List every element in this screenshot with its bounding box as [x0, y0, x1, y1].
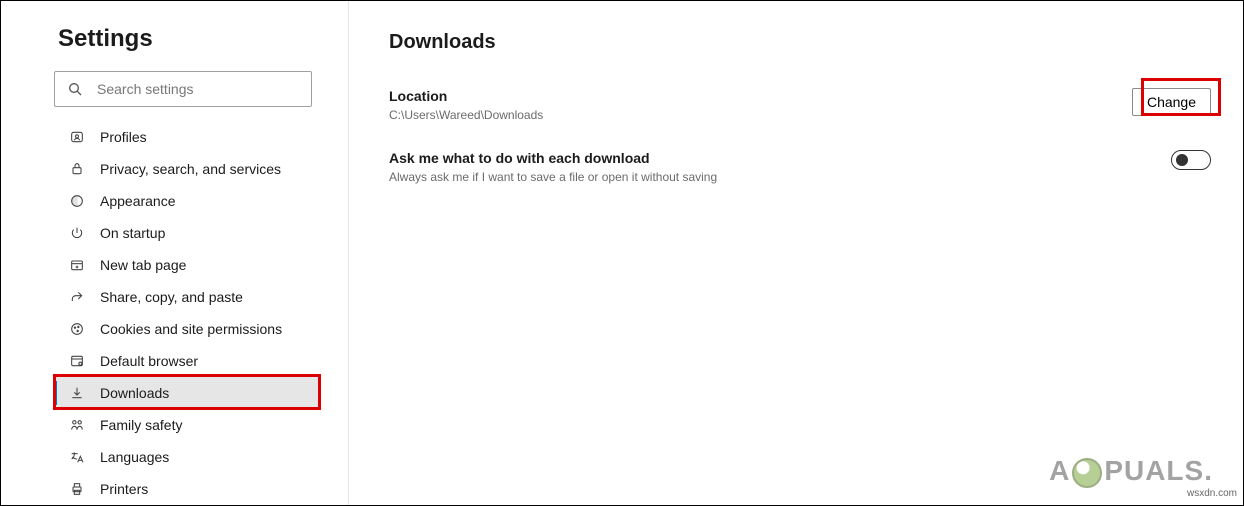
- search-settings-field[interactable]: [54, 71, 312, 107]
- browser-icon: [68, 352, 86, 370]
- settings-content: Downloads Location C:\Users\Wareed\Downl…: [349, 1, 1243, 505]
- languages-icon: [68, 448, 86, 466]
- toggle-knob: [1176, 154, 1188, 166]
- location-setting-row: Location C:\Users\Wareed\Downloads Chang…: [389, 88, 1215, 122]
- sidebar-item-appearance[interactable]: Appearance: [54, 185, 320, 217]
- location-title: Location: [389, 88, 543, 104]
- sidebar-item-label: Appearance: [100, 193, 176, 209]
- printers-icon: [68, 480, 86, 498]
- sidebar-item-on-startup[interactable]: On startup: [54, 217, 320, 249]
- ask-toggle[interactable]: [1171, 150, 1211, 170]
- sidebar-item-label: New tab page: [100, 257, 186, 273]
- change-location-button[interactable]: Change: [1132, 88, 1211, 116]
- settings-sidebar: Settings Profiles Privacy, search, and s…: [1, 1, 349, 505]
- sidebar-item-profiles[interactable]: Profiles: [54, 121, 320, 153]
- sidebar-item-label: Privacy, search, and services: [100, 161, 281, 177]
- brand-watermark: APUALS.: [1049, 455, 1213, 487]
- settings-nav: Profiles Privacy, search, and services A…: [54, 121, 320, 505]
- sidebar-item-label: Languages: [100, 449, 169, 465]
- brand-logo-icon: [1072, 458, 1102, 488]
- sidebar-item-family[interactable]: Family safety: [54, 409, 320, 441]
- sidebar-item-cookies[interactable]: Cookies and site permissions: [54, 313, 320, 345]
- settings-title: Settings: [58, 25, 320, 53]
- sidebar-item-label: Profiles: [100, 129, 147, 145]
- cookies-icon: [68, 320, 86, 338]
- search-input[interactable]: [97, 81, 299, 97]
- source-watermark: wsxdn.com: [1187, 488, 1237, 499]
- sidebar-item-label: Share, copy, and paste: [100, 289, 243, 305]
- profiles-icon: [68, 128, 86, 146]
- location-path: C:\Users\Wareed\Downloads: [389, 108, 543, 122]
- family-icon: [68, 416, 86, 434]
- appearance-icon: [68, 192, 86, 210]
- download-icon: [68, 384, 86, 402]
- sidebar-item-share[interactable]: Share, copy, and paste: [54, 281, 320, 313]
- page-heading: Downloads: [389, 31, 1215, 54]
- sidebar-item-default-browser[interactable]: Default browser: [54, 345, 320, 377]
- share-icon: [68, 288, 86, 306]
- power-icon: [68, 224, 86, 242]
- sidebar-item-label: Printers: [100, 481, 148, 497]
- sidebar-item-label: Default browser: [100, 353, 198, 369]
- sidebar-item-label: Family safety: [100, 417, 182, 433]
- sidebar-item-printers[interactable]: Printers: [54, 473, 320, 505]
- sidebar-item-new-tab[interactable]: New tab page: [54, 249, 320, 281]
- sidebar-item-label: Cookies and site permissions: [100, 321, 282, 337]
- sidebar-item-privacy[interactable]: Privacy, search, and services: [54, 153, 320, 185]
- sidebar-item-languages[interactable]: Languages: [54, 441, 320, 473]
- sidebar-item-downloads[interactable]: Downloads: [54, 377, 320, 409]
- ask-download-row: Ask me what to do with each download Alw…: [389, 150, 1215, 184]
- search-icon: [67, 81, 83, 97]
- ask-subtitle: Always ask me if I want to save a file o…: [389, 170, 717, 184]
- ask-title: Ask me what to do with each download: [389, 150, 717, 166]
- sidebar-item-label: Downloads: [100, 385, 169, 401]
- sidebar-item-label: On startup: [100, 225, 165, 241]
- new-tab-icon: [68, 256, 86, 274]
- lock-icon: [68, 160, 86, 178]
